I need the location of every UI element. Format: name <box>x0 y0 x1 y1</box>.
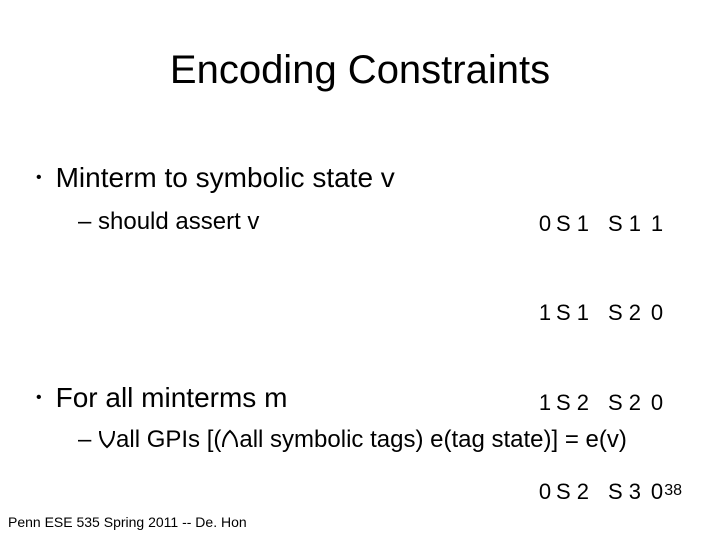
table-row: 0 S 2 S 3 0 <box>536 477 666 507</box>
cell: S 1 <box>606 209 648 239</box>
slide: Encoding Constraints • Minterm to symbol… <box>0 0 720 540</box>
sub-text-1: all GPIs [( <box>116 426 221 453</box>
cell: S 2 <box>606 298 648 328</box>
sub-bullet-assert: – should assert v <box>78 208 259 236</box>
cell: S 2 <box>554 388 596 418</box>
bullet-forall: • For all minterms m <box>36 382 287 414</box>
sub-text-2: all symbolic tags) e(tag state)] = e(v) <box>239 426 626 453</box>
cell: S 1 <box>554 209 596 239</box>
page-number: 38 <box>664 482 682 500</box>
bullet-dot-icon: • <box>36 170 42 186</box>
table-row: 1 S 1 S 2 0 <box>536 298 666 328</box>
cell: 0 <box>648 298 666 328</box>
cell: S 1 <box>554 298 596 328</box>
cell: 0 <box>536 209 554 239</box>
cell: S 2 <box>554 477 596 507</box>
and-icon <box>221 429 239 449</box>
bullet-forall-text: For all minterms m <box>56 382 288 414</box>
or-icon <box>98 429 116 449</box>
table-row: 1 S 2 S 2 0 <box>536 388 666 418</box>
sub-dash: – <box>78 426 98 453</box>
bullet-minterm-text: Minterm to symbolic state v <box>56 162 395 194</box>
bullet-minterm: • Minterm to symbolic state v <box>36 162 395 194</box>
sub-bullet-gpi: – all GPIs [( all symbolic tags) e(tag st… <box>78 426 627 454</box>
cell: 0 <box>536 477 554 507</box>
cell: S 2 <box>606 388 648 418</box>
slide-title: Encoding Constraints <box>0 48 720 93</box>
cell: 0 <box>648 388 666 418</box>
footer-text: Penn ESE 535 Spring 2011 -- De. Hon <box>8 514 247 530</box>
cell: S 3 <box>606 477 648 507</box>
table-row: 0 S 1 S 1 1 <box>536 209 666 239</box>
bullet-dot-icon: • <box>36 390 42 406</box>
state-table: 0 S 1 S 1 1 1 S 1 S 2 0 1 S 2 S 2 0 0 S … <box>536 150 666 540</box>
cell: 1 <box>648 209 666 239</box>
cell: 1 <box>536 388 554 418</box>
cell: 1 <box>536 298 554 328</box>
